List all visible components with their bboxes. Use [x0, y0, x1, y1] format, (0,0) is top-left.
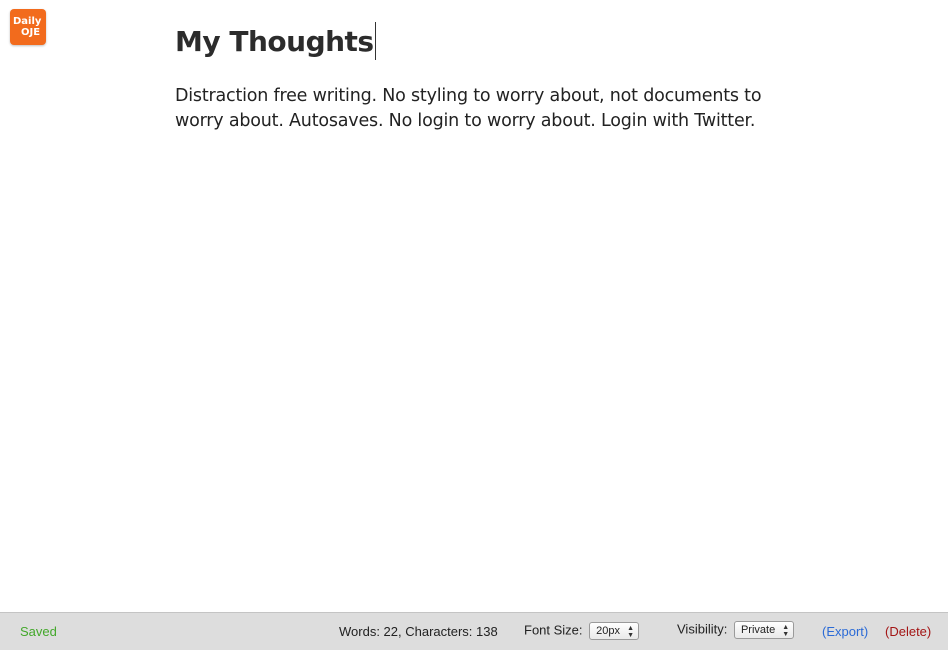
document-body-textarea[interactable]: Distraction free writing. No styling to … [175, 84, 815, 134]
font-size-control: Font Size: 20px ▲ ▼ [524, 622, 640, 640]
select-arrows-icon: ▲ ▼ [782, 624, 790, 638]
visibility-control: Visibility: Private ▲ ▼ [677, 621, 795, 639]
font-size-label: Font Size: [524, 622, 583, 638]
editor[interactable]: My Thoughts Distraction free writing. No… [175, 20, 815, 134]
logo-text-line1: Daily [13, 16, 42, 27]
export-link[interactable]: (Export) [822, 624, 868, 639]
save-status: Saved [20, 624, 57, 639]
delete-link[interactable]: (Delete) [885, 624, 931, 639]
font-size-value: 20px [596, 625, 621, 637]
word-character-count: Words: 22, Characters: 138 [339, 624, 498, 639]
logo-text-line2: OJE [21, 27, 41, 38]
font-size-select[interactable]: 20px ▲ ▼ [589, 622, 640, 640]
visibility-value: Private [740, 624, 776, 636]
visibility-select[interactable]: Private ▲ ▼ [733, 621, 795, 639]
document-title-input[interactable]: My Thoughts [175, 20, 374, 64]
text-caret [374, 22, 376, 60]
visibility-label: Visibility: [677, 621, 728, 637]
status-bar: Saved Words: 22, Characters: 138 Font Si… [0, 612, 948, 650]
app: Daily OJE My Thoughts Distraction free w… [0, 0, 948, 650]
logo[interactable]: Daily OJE [10, 9, 46, 45]
title-row: My Thoughts [175, 20, 815, 64]
select-arrows-icon: ▲ ▼ [627, 625, 635, 639]
